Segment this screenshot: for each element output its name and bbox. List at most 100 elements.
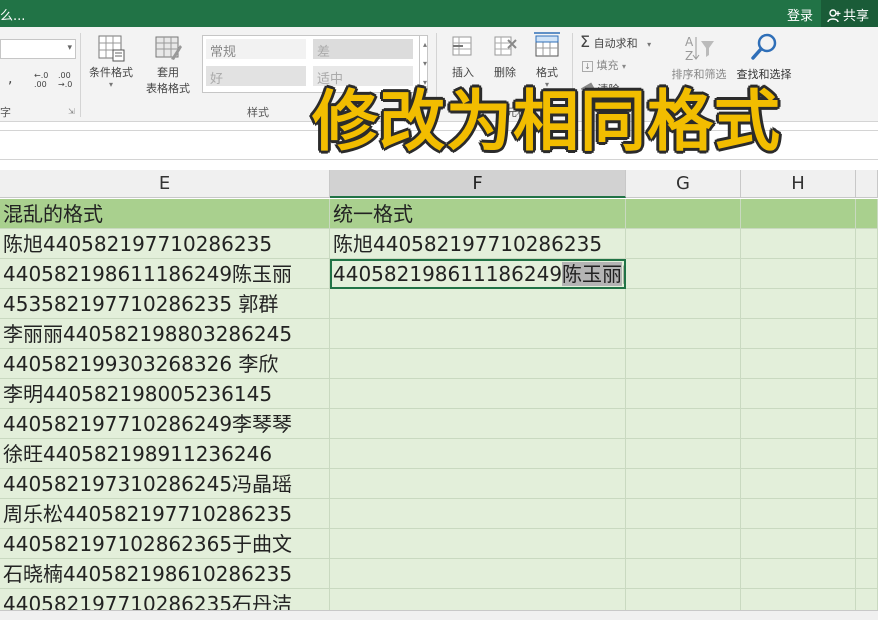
- table-cell[interactable]: [856, 469, 878, 499]
- increase-decimal-button[interactable]: ←.0 .00: [34, 71, 54, 89]
- table-cell[interactable]: [741, 439, 856, 469]
- table-cell[interactable]: [741, 349, 856, 379]
- messy-format-cell[interactable]: 李明440582198005236145: [0, 379, 330, 409]
- fill-button[interactable]: ↓ 填充 ▾: [582, 57, 626, 73]
- messy-format-cell[interactable]: 陈旭440582197710286235: [0, 229, 330, 259]
- table-cell[interactable]: [626, 349, 741, 379]
- autosum-button[interactable]: Σ 自动求和 ▾: [580, 32, 651, 51]
- table-cell[interactable]: [856, 319, 878, 349]
- table-cell[interactable]: [741, 469, 856, 499]
- unified-format-cell[interactable]: [330, 319, 626, 349]
- table-cell[interactable]: [856, 439, 878, 469]
- table-row: 440582198611186249陈玉丽 440582198611186249…: [0, 259, 878, 289]
- table-cell[interactable]: [626, 439, 741, 469]
- messy-format-cell[interactable]: 徐旺440582198911236246: [0, 439, 330, 469]
- table-cell[interactable]: [856, 529, 878, 559]
- table-cell[interactable]: [856, 289, 878, 319]
- table-cell[interactable]: [626, 529, 741, 559]
- table-cell[interactable]: [741, 559, 856, 589]
- insert-cells-icon: [452, 36, 472, 56]
- share-button[interactable]: 共享: [821, 0, 878, 27]
- column-header-g[interactable]: G: [626, 170, 741, 198]
- unified-format-cell[interactable]: [330, 469, 626, 499]
- comma-style-button[interactable]: ,: [8, 71, 12, 87]
- format-cells-icon: [534, 32, 560, 57]
- unified-format-cell[interactable]: [330, 559, 626, 589]
- table-cell[interactable]: [741, 319, 856, 349]
- table-cell[interactable]: [626, 259, 741, 289]
- fill-down-icon: ↓: [582, 61, 593, 72]
- style-normal[interactable]: 常规: [206, 39, 306, 60]
- style-good[interactable]: 好: [206, 66, 306, 87]
- table-cell[interactable]: [626, 379, 741, 409]
- table-cell[interactable]: [856, 349, 878, 379]
- table-row: 李丽丽440582198803286245: [0, 319, 878, 349]
- sheet-scrollbar[interactable]: [0, 610, 878, 620]
- svg-text:A: A: [685, 35, 694, 49]
- messy-format-cell[interactable]: 周乐松440582197710286235: [0, 499, 330, 529]
- table-cell[interactable]: [856, 379, 878, 409]
- table-cell[interactable]: [741, 589, 856, 610]
- table-cell[interactable]: [626, 589, 741, 610]
- column-header-i[interactable]: [856, 170, 878, 198]
- table-cell[interactable]: [741, 259, 856, 289]
- active-editing-cell[interactable]: 440582198611186249陈玉丽[: [330, 259, 626, 289]
- table-cell[interactable]: [856, 559, 878, 589]
- dialog-launcher-icon[interactable]: ⇲: [68, 107, 75, 116]
- table-cell[interactable]: [626, 559, 741, 589]
- messy-format-cell[interactable]: 440582197102862365于曲文: [0, 529, 330, 559]
- unified-format-cell[interactable]: [330, 529, 626, 559]
- column-header-e[interactable]: E: [0, 170, 330, 198]
- messy-format-cell[interactable]: 440582197310286245冯晶瑶: [0, 469, 330, 499]
- table-cell[interactable]: [741, 499, 856, 529]
- table-cell[interactable]: [741, 289, 856, 319]
- table-cell[interactable]: [741, 529, 856, 559]
- messy-format-cell[interactable]: 李丽丽440582198803286245: [0, 319, 330, 349]
- table-cell[interactable]: [626, 229, 741, 259]
- table-cell[interactable]: [626, 409, 741, 439]
- messy-format-cell[interactable]: 440582197710286235石丹洁: [0, 589, 330, 610]
- unified-format-cell[interactable]: 陈旭440582197710286235: [330, 229, 626, 259]
- table-cell[interactable]: [741, 379, 856, 409]
- unified-format-cell[interactable]: [330, 349, 626, 379]
- number-group-label: 字: [0, 106, 11, 119]
- header-cell-unified-format[interactable]: 统一格式: [330, 199, 626, 229]
- unified-format-cell[interactable]: [330, 439, 626, 469]
- table-cell[interactable]: [856, 229, 878, 259]
- messy-format-cell[interactable]: 440582198611186249陈玉丽: [0, 259, 330, 289]
- table-cell[interactable]: [626, 319, 741, 349]
- column-header-f[interactable]: F: [330, 170, 626, 198]
- table-cell[interactable]: [741, 229, 856, 259]
- messy-format-cell[interactable]: 453582197710286235 郭群: [0, 289, 330, 319]
- selected-text: 陈玉丽: [562, 262, 623, 286]
- table-cell[interactable]: [626, 199, 741, 229]
- window-title: 么...: [0, 9, 26, 24]
- unified-format-cell[interactable]: [330, 409, 626, 439]
- table-cell[interactable]: [626, 469, 741, 499]
- format-as-table-button[interactable]: 套用 表格格式: [138, 33, 198, 103]
- table-cell[interactable]: [741, 409, 856, 439]
- table-cell[interactable]: [856, 259, 878, 289]
- table-cell[interactable]: [741, 199, 856, 229]
- style-bad[interactable]: 差: [313, 39, 413, 60]
- decrease-decimal-button[interactable]: .00 →.0: [58, 71, 78, 89]
- table-cell[interactable]: [856, 199, 878, 229]
- table-cell[interactable]: [856, 499, 878, 529]
- unified-format-cell[interactable]: [330, 379, 626, 409]
- unified-format-cell[interactable]: [330, 589, 626, 610]
- messy-format-cell[interactable]: 石晓楠440582198610286235: [0, 559, 330, 589]
- table-cell[interactable]: [626, 289, 741, 319]
- table-cell[interactable]: [856, 409, 878, 439]
- number-format-dropdown[interactable]: ▾: [0, 39, 76, 59]
- table-row: 440582197710286235石丹洁: [0, 589, 878, 610]
- table-cell[interactable]: [626, 499, 741, 529]
- column-header-h[interactable]: H: [741, 170, 856, 198]
- unified-format-cell[interactable]: [330, 499, 626, 529]
- messy-format-cell[interactable]: 440582199303268326 李欣: [0, 349, 330, 379]
- conditional-format-button[interactable]: 条件格式 ▾: [84, 33, 138, 99]
- table-cell[interactable]: [856, 589, 878, 610]
- messy-format-cell[interactable]: 440582197710286249李琴琴: [0, 409, 330, 439]
- header-cell-messy-format[interactable]: 混乱的格式: [0, 199, 330, 229]
- unified-format-cell[interactable]: [330, 289, 626, 319]
- login-button[interactable]: 登录: [787, 5, 813, 24]
